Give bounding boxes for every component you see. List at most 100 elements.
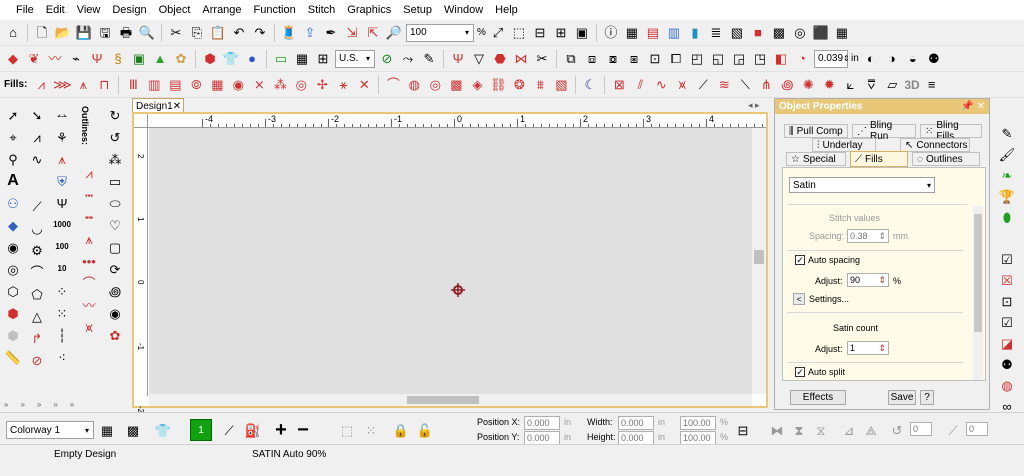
menu-design[interactable]: Design xyxy=(106,4,152,16)
undo-icon[interactable]: ↶ xyxy=(230,24,248,42)
needle-fill-icon[interactable]: ⟋ xyxy=(694,76,712,94)
curve-tool-icon[interactable]: ⌒ xyxy=(28,263,46,281)
fill-hatch-icon[interactable]: ▧ xyxy=(552,76,570,94)
lock-position-icon[interactable]: 🔒 xyxy=(392,421,410,439)
break-icon[interactable]: ⧈ xyxy=(583,50,601,68)
color-swatches-icon[interactable]: ▦ xyxy=(98,421,116,439)
fill-color-icon[interactable]: ◧ xyxy=(772,50,790,68)
cut-icon[interactable]: ✂ xyxy=(167,24,185,42)
tie-off-icon[interactable]: ◒ xyxy=(904,50,922,68)
wave-fill-icon[interactable]: ≋ xyxy=(715,76,733,94)
satin-tool-icon[interactable]: ⩚ xyxy=(53,150,71,168)
stop-icon[interactable]: ■ xyxy=(749,24,767,42)
fill-lattice-icon[interactable]: ▩ xyxy=(447,76,465,94)
slant-icon[interactable]: ⟋ xyxy=(944,421,962,439)
catalog-icon[interactable]: ▧ xyxy=(728,24,746,42)
tab-connectors[interactable]: ↖ Connectors xyxy=(900,138,970,152)
fill-wave-icon[interactable]: ⋙ xyxy=(53,76,72,94)
grid-tool-icon[interactable]: ▦ xyxy=(293,50,311,68)
copy-icon[interactable]: ⎘ xyxy=(188,24,206,42)
fill-diamond-icon[interactable]: ◈ xyxy=(468,76,486,94)
fill-target-icon[interactable]: ◎ xyxy=(426,76,444,94)
auto-spacing-check[interactable]: ✓ xyxy=(795,255,805,265)
tab-bling-fills[interactable]: ⁙ Bling Fills xyxy=(920,120,982,142)
design-canvas[interactable] xyxy=(149,128,752,394)
redo-icon[interactable]: ↷ xyxy=(251,24,269,42)
density-100-label[interactable]: 100 xyxy=(53,238,71,256)
fill-scale-icon[interactable]: ⩩ xyxy=(531,76,549,94)
zoom-prev-icon[interactable]: ⊟ xyxy=(531,24,549,42)
outline-wave-icon[interactable]: 〰 xyxy=(80,296,98,314)
menu-graphics[interactable]: Graphics xyxy=(341,4,397,16)
menu-stitch[interactable]: Stitch xyxy=(302,4,342,16)
shield-tool-icon[interactable]: ⛨ xyxy=(53,172,71,190)
line-tool-icon[interactable]: ⟋ xyxy=(28,197,46,215)
starburst-fill-icon[interactable]: ✹ xyxy=(820,76,838,94)
brush-tool-icon[interactable]: 🖌 xyxy=(998,145,1016,163)
remove-color-icon[interactable]: − xyxy=(294,420,312,440)
intersect-icon[interactable]: ◲ xyxy=(730,50,748,68)
color-grid-icon[interactable]: ▤ xyxy=(644,24,662,42)
tab-fills[interactable]: ⟋ Fills xyxy=(850,151,908,167)
menu-edit[interactable]: Edit xyxy=(40,4,71,16)
align-center-icon[interactable]: ⟁ xyxy=(862,421,880,439)
trim-shape-icon[interactable]: ◱ xyxy=(709,50,727,68)
trident-icon[interactable]: Ψ xyxy=(88,50,106,68)
menu-object[interactable]: Object xyxy=(153,4,197,16)
save-as-icon[interactable]: 🖫 xyxy=(96,24,114,42)
toolbox-expand-arrows[interactable]: »»»»» xyxy=(4,400,132,409)
tab-scroll-arrows[interactable]: ◂ ▸ xyxy=(748,100,760,111)
help-button[interactable]: ? xyxy=(920,390,934,405)
select-alt-icon[interactable]: ➘ xyxy=(28,106,46,124)
threed-label[interactable]: 3D xyxy=(904,78,919,92)
applique-icon[interactable]: ⬢ xyxy=(201,50,219,68)
split-tool-icon[interactable]: ⊘ xyxy=(28,351,46,369)
bar-tool-icon[interactable]: ┆ xyxy=(53,326,71,344)
paste-icon[interactable]: 📋 xyxy=(209,24,227,42)
fill-knot-icon[interactable]: ⁂ xyxy=(271,76,289,94)
machine-icon[interactable]: 🧵 xyxy=(280,24,298,42)
check-box-icon[interactable]: ☑ xyxy=(998,250,1016,268)
add-color-icon[interactable]: + xyxy=(272,420,290,440)
frame-icon[interactable]: ▭ xyxy=(272,50,290,68)
rect-tool-icon[interactable]: ▭ xyxy=(106,172,124,190)
needle-icon[interactable]: ✎ xyxy=(420,50,438,68)
zoom-fit-icon[interactable]: ⤢ xyxy=(489,24,507,42)
width-input[interactable]: 0.000 xyxy=(618,416,654,430)
menu-setup[interactable]: Setup xyxy=(397,4,438,16)
select-arrow-icon[interactable]: ➚ xyxy=(4,106,22,124)
layout-icon[interactable]: ▩ xyxy=(770,24,788,42)
fill-pattern-icon[interactable]: ⚹ xyxy=(334,76,352,94)
hexagon-fill-icon[interactable]: ⬢ xyxy=(4,304,22,322)
send-icon[interactable]: ⇪ xyxy=(301,24,319,42)
outline-arc-icon[interactable]: ⌒ xyxy=(80,274,98,292)
measure-icon[interactable]: ⊘ xyxy=(378,50,396,68)
pencil-tool-icon[interactable]: ✎ xyxy=(998,124,1016,142)
star-icon[interactable]: ✿ xyxy=(172,50,190,68)
fill-type-select[interactable]: Satin ▾ xyxy=(789,177,935,193)
menu-file[interactable]: File xyxy=(10,4,40,16)
node-tool-icon[interactable]: ⁂ xyxy=(106,150,124,168)
dots-tool-icon[interactable]: ⁘ xyxy=(53,282,71,300)
slant-input[interactable]: 0 xyxy=(966,422,988,436)
drop-tool-icon[interactable]: ⬮ xyxy=(998,208,1016,226)
document-tab[interactable]: Design1 ✕ xyxy=(132,98,184,113)
down-arrow-icon[interactable]: ▽ xyxy=(470,50,488,68)
crescent-icon[interactable]: ☾ xyxy=(581,76,599,94)
scale-height-input[interactable]: 100.00 xyxy=(680,431,716,445)
zoom-in-icon[interactable]: 🔎 xyxy=(385,24,403,42)
current-color-swatch[interactable]: 1 xyxy=(190,419,212,441)
fill-running-icon[interactable]: ⊓ xyxy=(95,76,113,94)
close-tab-icon[interactable]: ✕ xyxy=(173,101,181,112)
fill-satin-icon[interactable]: ⩚ xyxy=(74,76,92,94)
group-icon[interactable]: ⧆ xyxy=(625,50,643,68)
lock-stitch-icon[interactable]: ◐ xyxy=(862,50,880,68)
order-icon[interactable]: ⧠ xyxy=(667,50,685,68)
menu-function[interactable]: Function xyxy=(248,4,302,16)
rounded-rect-icon[interactable]: ▢ xyxy=(106,238,124,256)
bend-tool-icon[interactable]: ↱ xyxy=(28,329,46,347)
menu-arrange[interactable]: Arrange xyxy=(196,4,247,16)
contour-fill-icon[interactable]: ∿ xyxy=(652,76,670,94)
horizontal-scrollbar[interactable] xyxy=(149,394,752,406)
fill-blocks-icon[interactable]: ▥ xyxy=(145,76,163,94)
